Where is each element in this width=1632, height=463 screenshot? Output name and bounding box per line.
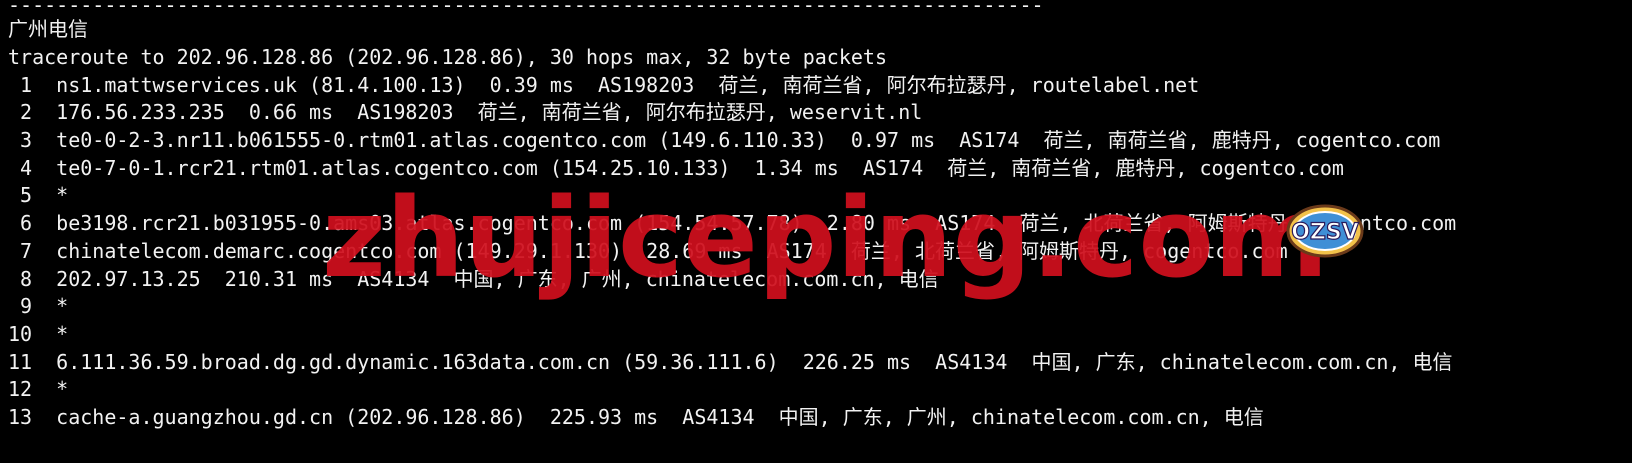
hop-line: 9 * (8, 294, 69, 319)
hop-line: 3 te0-0-2-3.nr11.b061555-0.rtm01.atlas.c… (8, 128, 1441, 152)
section-title: 广州电信 (8, 17, 88, 41)
hop-line: 5 * (8, 183, 69, 208)
terminal-window[interactable]: ----------------------------------------… (0, 0, 1632, 463)
separator-line: ----------------------------------------… (8, 0, 1044, 17)
hop-line: 7 chinatelecom.demarc.cogentco.com (149.… (8, 238, 1288, 263)
hop-line: 12 * (8, 377, 69, 402)
hop-line: 13 cache-a.guangzhou.gd.cn (202.96.128.8… (8, 405, 1264, 429)
hop-line: 11 6.111.36.59.broad.dg.gd.dynamic.163da… (8, 349, 1453, 374)
hop-line: 4 te0-7-0-1.rcr21.rtm01.atlas.cogentco.c… (8, 155, 1344, 180)
hop-line: 1 ns1.mattwservices.uk (81.4.100.13) 0.3… (8, 72, 1200, 97)
hop-line: 10 * (8, 321, 69, 346)
hop-line: 2 176.56.233.235 0.66 ms AS198203 荷兰, 南荷… (8, 100, 923, 125)
traceroute-header: traceroute to 202.96.128.86 (202.96.128.… (8, 44, 887, 69)
hop-line: 6 be3198.rcr21.b031955-0.ams03.atlas.cog… (8, 211, 1457, 236)
hop-line: 8 202.97.13.25 210.31 ms AS4134 中国, 广东, … (8, 266, 939, 291)
